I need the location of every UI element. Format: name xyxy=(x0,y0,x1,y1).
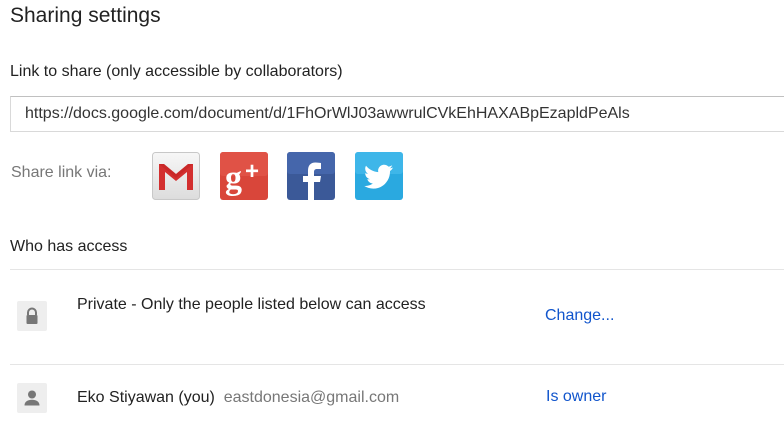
owner-entry: Eko Stiyawan (you) eastdonesia@gmail.com xyxy=(77,386,399,410)
owner-email: eastdonesia@gmail.com xyxy=(223,389,400,406)
owner-name: Eko Stiyawan (you) xyxy=(77,389,215,406)
divider xyxy=(10,269,784,270)
divider xyxy=(10,364,784,365)
person-icon xyxy=(17,383,47,413)
owner-role-link[interactable]: Is owner xyxy=(546,388,606,406)
share-link-input[interactable] xyxy=(10,96,784,132)
facebook-icon[interactable] xyxy=(287,152,335,200)
change-access-link[interactable]: Change... xyxy=(545,307,614,325)
sharing-settings-dialog: Sharing settings Link to share (only acc… xyxy=(0,0,784,430)
link-to-share-label: Link to share (only accessible by collab… xyxy=(10,63,343,80)
gmail-icon[interactable] xyxy=(152,152,200,200)
lock-icon xyxy=(17,301,47,331)
access-level-text: Private - Only the people listed below c… xyxy=(77,296,426,313)
share-link-via-label: Share link via: xyxy=(11,164,112,181)
twitter-icon[interactable] xyxy=(355,152,403,200)
svg-text:g: g xyxy=(225,160,242,197)
who-has-access-heading: Who has access xyxy=(10,238,128,255)
google-plus-icon[interactable]: g + xyxy=(220,152,268,200)
svg-text:+: + xyxy=(245,158,259,185)
dialog-title: Sharing settings xyxy=(10,4,161,27)
